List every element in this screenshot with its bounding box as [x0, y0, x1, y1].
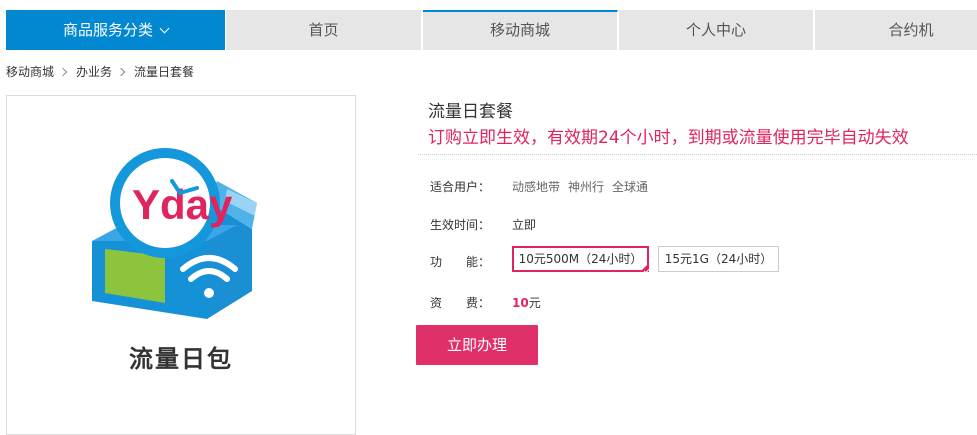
effective-label: 生效时间：: [430, 218, 491, 232]
nav-mobile-mall[interactable]: 移动商城: [423, 10, 618, 50]
product-image: Yday 流量日包: [6, 95, 356, 435]
chevron-right-icon: [116, 67, 126, 77]
breadcrumb: 移动商城 办业务 流量日套餐: [6, 63, 194, 80]
option-15yuan-1g[interactable]: 15元1G（24小时）: [658, 246, 779, 272]
fee-unit: 元: [528, 296, 541, 310]
selected-check-icon: [640, 263, 649, 272]
users-list: 动感地带 神州行 全球通: [512, 178, 656, 195]
fee-amount: 10: [512, 296, 529, 310]
chevron-right-icon: [58, 67, 68, 77]
breadcrumb-current: 流量日套餐: [134, 65, 195, 79]
product-subtitle: 订购立即生效，有效期24个小时，到期或流量使用完毕自动失效: [428, 128, 909, 148]
fee-label: 资 费：: [430, 296, 491, 310]
fee-value: 10元: [512, 294, 549, 311]
user-type: 动感地带: [512, 180, 561, 194]
logo-letter: Yday: [132, 181, 233, 228]
effective-value: 立即: [512, 218, 537, 232]
user-type: 神州行: [568, 180, 605, 194]
top-nav: 商品服务分类 首页 移动商城 个人中心 合约机: [0, 0, 977, 52]
breadcrumb-link-business[interactable]: 办业务: [76, 65, 112, 79]
buy-now-button[interactable]: 立即办理: [416, 325, 538, 365]
option-10yuan-500m[interactable]: 10元500M（24小时）: [512, 246, 649, 272]
product-image-caption: 流量日包: [129, 345, 233, 373]
nav-home[interactable]: 首页: [226, 10, 422, 50]
product-title: 流量日套餐: [428, 102, 513, 122]
data-package-icon: Yday: [92, 148, 257, 319]
breadcrumb-link-mall[interactable]: 移动商城: [6, 65, 54, 79]
category-menu-label: 商品服务分类: [62, 21, 153, 39]
function-label: 功 能：: [430, 255, 491, 269]
category-menu-button[interactable]: 商品服务分类: [6, 10, 225, 50]
user-type: 全球通: [612, 180, 649, 194]
option-label: 10元500M（24小时）: [518, 252, 643, 266]
nav-contract-phone[interactable]: 合约机: [815, 10, 977, 50]
chevron-down-icon: [159, 23, 170, 34]
divider: [418, 154, 977, 155]
users-label: 适合用户：: [430, 180, 491, 194]
nav-user-center[interactable]: 个人中心: [619, 10, 814, 50]
